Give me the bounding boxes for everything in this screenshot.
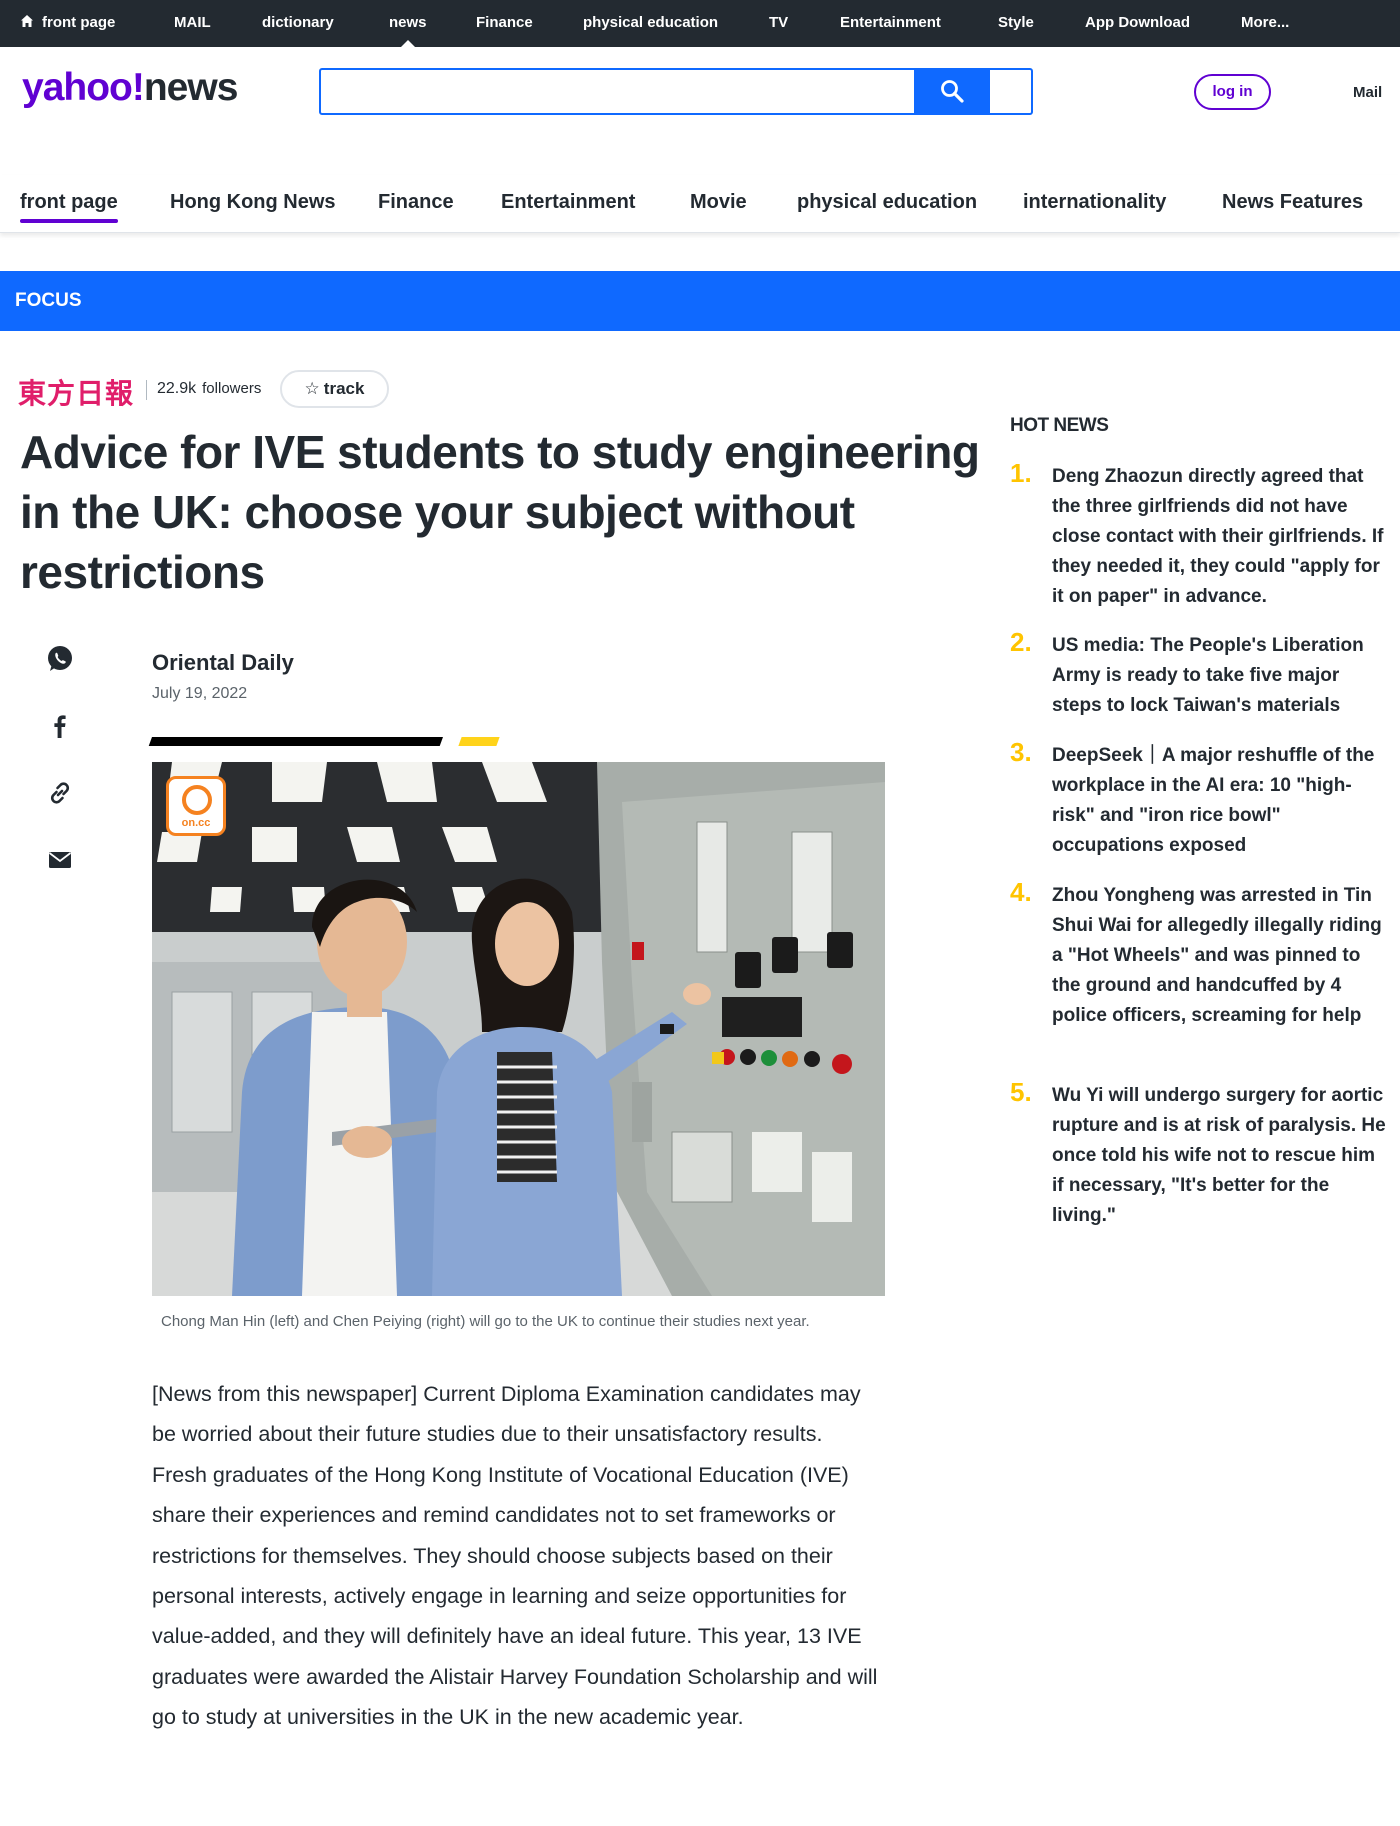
article-author[interactable]: Oriental Daily — [152, 650, 294, 676]
hot-news-number: 3. — [1010, 737, 1032, 767]
star-icon: ☆ — [304, 379, 320, 398]
accent-bar-black — [148, 737, 443, 746]
hot-news-headline[interactable]: Wu Yi will undergo surgery for aortic ru… — [1052, 1081, 1390, 1231]
oncc-watermark-logo: on.cc — [166, 776, 226, 836]
topnav-label: front page — [42, 14, 116, 31]
tab-finance[interactable]: Finance — [378, 191, 454, 214]
photo-caption: Chong Man Hin (left) and Chen Peiying (r… — [161, 1313, 810, 1330]
login-button[interactable]: log in — [1194, 74, 1271, 110]
focus-banner: FOCUS — [0, 271, 1400, 331]
home-icon — [21, 15, 33, 27]
search-button[interactable] — [914, 68, 990, 115]
hot-news-headline[interactable]: DeepSeek｜A major reshuffle of the workpl… — [1052, 741, 1390, 861]
hot-news-headline[interactable]: Zhou Yongheng was arrested in Tin Shui W… — [1052, 881, 1390, 1031]
topnav-dictionary[interactable]: dictionary — [262, 0, 334, 47]
followers-label: followers — [202, 380, 262, 397]
topnav-more[interactable]: More... — [1241, 0, 1289, 47]
article-photo: on.cc — [152, 762, 885, 1296]
tab-news-features[interactable]: News Features — [1222, 191, 1363, 214]
hot-news-headline[interactable]: Deng Zhaozun directly agreed that the th… — [1052, 462, 1390, 612]
publisher-divider — [146, 380, 147, 400]
search-box — [319, 68, 1033, 115]
topnav-mail[interactable]: MAIL — [174, 0, 211, 47]
mail-link[interactable]: Mail — [1353, 84, 1382, 101]
topnav-app-download[interactable]: App Download — [1085, 0, 1190, 47]
article-body: [News from this newspaper] Current Diplo… — [152, 1382, 878, 1730]
track-label: track — [323, 379, 365, 398]
tab-front-page[interactable]: front page — [20, 191, 118, 223]
logo-yahoo-text: yahoo! — [22, 66, 145, 109]
article-date: July 19, 2022 — [152, 685, 248, 702]
followers-number: 22.9k — [157, 380, 197, 397]
topnav-entertainment[interactable]: Entertainment — [840, 0, 941, 47]
topnav-tv[interactable]: TV — [769, 0, 788, 47]
oncc-ring-icon — [182, 785, 212, 815]
email-icon[interactable] — [44, 844, 76, 876]
hot-news-number: 2. — [1010, 627, 1032, 657]
accent-bar-yellow — [458, 737, 500, 746]
focus-label: FOCUS — [15, 290, 82, 311]
hot-news-number: 1. — [1010, 458, 1032, 488]
article-headline: Advice for IVE students to study enginee… — [20, 426, 980, 598]
hot-news-title: HOT NEWS — [1010, 415, 1109, 436]
yahoo-news-logo[interactable]: yahoo!news — [22, 66, 239, 120]
hot-news-number: 4. — [1010, 877, 1032, 907]
oncc-watermark-text: on.cc — [181, 817, 211, 829]
topnav-front-page[interactable]: front page — [20, 0, 115, 47]
track-button[interactable]: ☆ track — [280, 370, 389, 408]
facebook-icon[interactable] — [44, 710, 76, 742]
publisher-logo[interactable]: 東方日報 — [18, 372, 134, 412]
followers-count: 22.9k followers — [157, 380, 261, 398]
tab-internationality[interactable]: internationality — [1023, 191, 1166, 214]
topnav-news[interactable]: news — [389, 0, 427, 47]
whatsapp-icon[interactable] — [44, 643, 76, 675]
link-icon[interactable] — [44, 777, 76, 809]
tab-entertainment[interactable]: Entertainment — [501, 191, 635, 214]
topnav-physical-education[interactable]: physical education — [583, 0, 718, 47]
top-navigation-bar: front page MAIL dictionary news Finance … — [0, 0, 1400, 47]
tab-physical-education[interactable]: physical education — [797, 191, 977, 214]
search-icon — [941, 80, 964, 103]
search-input[interactable] — [321, 70, 913, 113]
logo-news-text: news — [143, 66, 239, 109]
tab-hong-kong-news[interactable]: Hong Kong News — [170, 191, 336, 214]
tab-movie[interactable]: Movie — [690, 191, 747, 214]
hot-news-headline[interactable]: US media: The People's Liberation Army i… — [1052, 631, 1390, 721]
hot-news-number: 5. — [1010, 1077, 1032, 1107]
topnav-finance[interactable]: Finance — [476, 0, 533, 47]
section-navigation: front page Hong Kong News Finance Entert… — [0, 175, 1400, 233]
topnav-style[interactable]: Style — [998, 0, 1034, 47]
